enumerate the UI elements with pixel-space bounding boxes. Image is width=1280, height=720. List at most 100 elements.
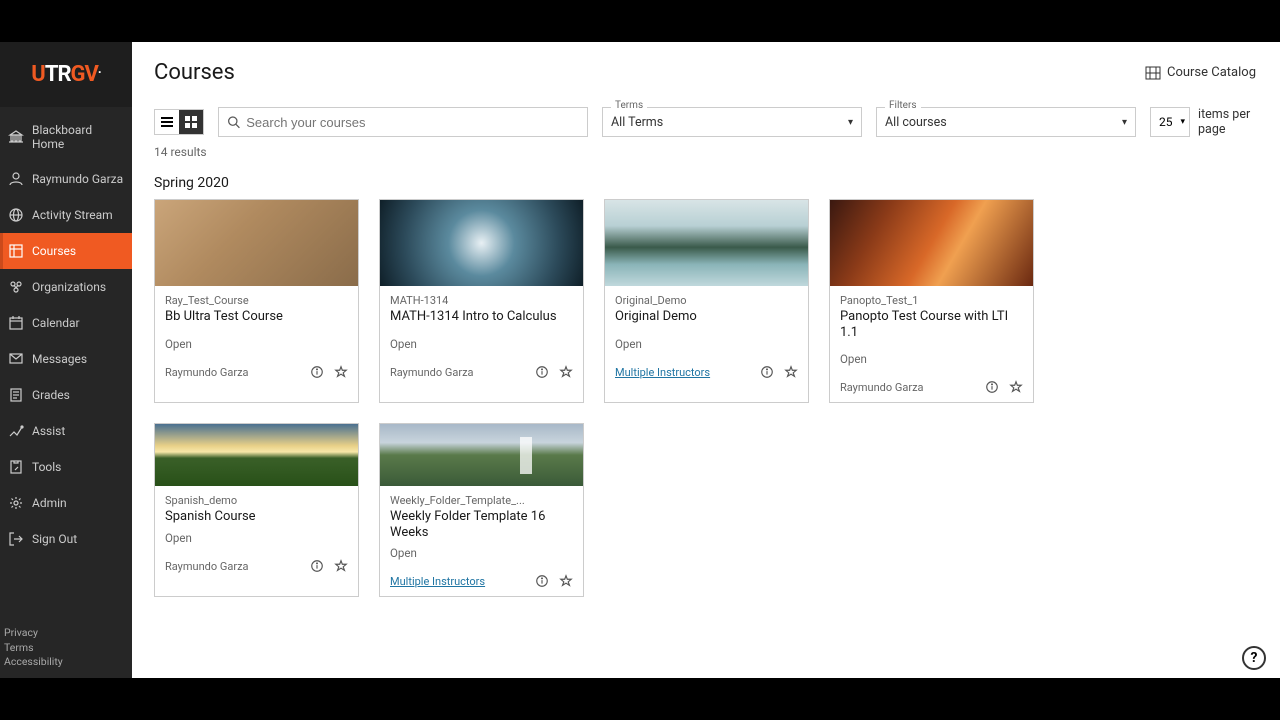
course-footer: Raymundo Garza [830, 374, 1033, 402]
sidebar-item-assist[interactable]: Assist [0, 413, 132, 449]
card-actions [535, 365, 573, 379]
course-status: Open [380, 546, 583, 568]
sidebar-item-label: Admin [32, 496, 67, 510]
card-actions [535, 574, 573, 588]
card-actions [310, 365, 348, 379]
course-image [155, 424, 358, 486]
course-code: Ray_Test_Course [165, 294, 348, 307]
grid-view-button[interactable] [179, 110, 203, 134]
catalog-link-label: Course Catalog [1167, 65, 1256, 80]
star-icon[interactable] [559, 365, 573, 379]
course-title: MATH-1314 Intro to Calculus [390, 309, 573, 325]
info-icon[interactable] [535, 574, 549, 588]
term-heading: Spring 2020 [132, 163, 1280, 199]
instructor-name[interactable]: Multiple Instructors [390, 575, 485, 588]
logo[interactable]: UTRGV. [0, 42, 132, 107]
course-status: Open [605, 331, 808, 359]
course-status: Open [155, 531, 358, 553]
footer-link-privacy[interactable]: Privacy [4, 626, 128, 641]
top-bar [0, 0, 1280, 42]
course-status: Open [830, 346, 1033, 374]
institution-icon [8, 129, 24, 145]
course-card[interactable]: Spanish_demoSpanish CourseOpenRaymundo G… [154, 423, 359, 597]
footer-link-terms[interactable]: Terms [4, 641, 128, 656]
terms-label: Terms [611, 100, 647, 111]
list-view-button[interactable] [155, 110, 179, 134]
course-status: Open [155, 331, 358, 359]
page-title: Courses [154, 60, 235, 85]
help-button[interactable]: ? [1242, 646, 1266, 670]
sidebar-item-organizations[interactable]: Organizations [0, 269, 132, 305]
calendar-icon [8, 315, 24, 331]
star-icon[interactable] [559, 574, 573, 588]
footer-link-accessibility[interactable]: Accessibility [4, 655, 128, 670]
course-icon [8, 243, 24, 259]
star-icon[interactable] [1009, 380, 1023, 394]
info-icon[interactable] [310, 559, 324, 573]
logo-text: UTRGV. [31, 62, 100, 87]
course-card[interactable]: Panopto_Test_1Panopto Test Course with L… [829, 199, 1034, 403]
card-actions [310, 559, 348, 573]
filters-select[interactable]: Filters All courses ▾ [876, 107, 1136, 137]
course-image [605, 200, 808, 286]
star-icon[interactable] [334, 559, 348, 573]
globe-icon [8, 207, 24, 223]
sidebar-item-blackboard-home[interactable]: Blackboard Home [0, 113, 132, 161]
info-icon[interactable] [760, 365, 774, 379]
course-code: Original_Demo [615, 294, 798, 307]
course-code: Weekly_Folder_Template_... [390, 494, 573, 507]
course-card[interactable]: Weekly_Folder_Template_...Weekly Folder … [379, 423, 584, 597]
terms-select[interactable]: Terms All Terms ▾ [602, 107, 862, 137]
sidebar-item-sign-out[interactable]: Sign Out [0, 521, 132, 557]
course-body: MATH-1314MATH-1314 Intro to Calculus [380, 286, 583, 331]
terms-value: All Terms [611, 115, 663, 130]
course-card[interactable]: Ray_Test_CourseBb Ultra Test CourseOpenR… [154, 199, 359, 403]
sidebar-item-messages[interactable]: Messages [0, 341, 132, 377]
sidebar-item-label: Calendar [32, 316, 80, 330]
course-title: Original Demo [615, 309, 798, 325]
sidebar-item-tools[interactable]: Tools [0, 449, 132, 485]
course-card[interactable]: Original_Demo Original Demo Open Multiple I… [604, 199, 809, 403]
sidebar-footer: PrivacyTermsAccessibility [0, 622, 132, 678]
sidebar-item-raymundo-garza[interactable]: Raymundo Garza [0, 161, 132, 197]
nav-list: Blackboard HomeRaymundo Garza Activity St… [0, 107, 132, 622]
info-icon[interactable] [985, 380, 999, 394]
sidebar-item-courses[interactable]: Courses [0, 233, 132, 269]
sidebar-item-grades[interactable]: Grades [0, 377, 132, 413]
course-card[interactable]: MATH-1314MATH-1314 Intro to CalculusOpen… [379, 199, 584, 403]
main-content: Courses Course Catalog Terms [132, 42, 1280, 678]
info-icon[interactable] [310, 365, 324, 379]
sidebar-item-label: Activity Stream [32, 208, 113, 222]
star-icon[interactable] [334, 365, 348, 379]
sidebar-item-admin[interactable]: Admin [0, 485, 132, 521]
course-grid: Ray_Test_CourseBb Ultra Test CourseOpenR… [132, 199, 1280, 597]
course-body: Weekly_Folder_Template_...Weekly Folder … [380, 486, 583, 546]
course-body: Panopto_Test_1Panopto Test Course with L… [830, 286, 1033, 346]
instructor-name: Raymundo Garza [840, 381, 924, 394]
course-catalog-link[interactable]: Course Catalog [1145, 65, 1256, 81]
chevron-down-icon: ▾ [1122, 117, 1127, 128]
course-image [830, 200, 1033, 286]
card-actions [985, 380, 1023, 394]
course-footer: Raymundo Garza [155, 553, 358, 581]
instructor-name[interactable]: Multiple Instructors [615, 366, 710, 379]
filters-value: All courses [885, 115, 947, 130]
main-header: Courses Course Catalog [132, 42, 1280, 97]
sidebar-item-calendar[interactable]: Calendar [0, 305, 132, 341]
search-box[interactable] [218, 107, 588, 137]
course-image [380, 424, 583, 486]
sidebar-item-label: Organizations [32, 280, 106, 294]
sidebar-item-activity-stream[interactable]: Activity Stream [0, 197, 132, 233]
info-icon[interactable] [535, 365, 549, 379]
course-footer: Multiple Instructors [380, 568, 583, 596]
perpage-select[interactable]: 25 ▾ [1150, 107, 1190, 137]
sidebar-item-label: Messages [32, 352, 87, 366]
instructor-name: Raymundo Garza [165, 560, 249, 573]
star-icon[interactable] [784, 365, 798, 379]
perpage-suffix: items per page [1198, 107, 1258, 137]
chevron-down-icon: ▾ [848, 117, 853, 128]
grades-icon [8, 387, 24, 403]
course-code: Spanish_demo [165, 494, 348, 507]
search-input[interactable] [246, 115, 579, 130]
card-actions [760, 365, 798, 379]
